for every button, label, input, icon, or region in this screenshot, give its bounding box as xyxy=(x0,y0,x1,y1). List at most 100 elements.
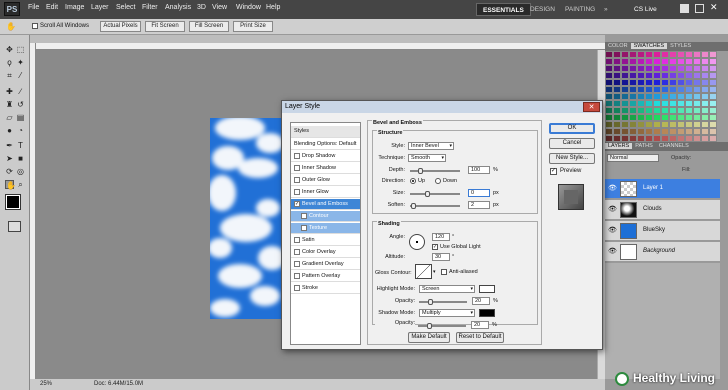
menu-edit[interactable]: Edit xyxy=(46,4,58,11)
swatch-cell[interactable] xyxy=(669,114,677,121)
swatch-cell[interactable] xyxy=(645,72,653,79)
swatch-cell[interactable] xyxy=(605,128,613,135)
swatch-cell[interactable] xyxy=(701,86,709,93)
swatch-cell[interactable] xyxy=(693,51,701,58)
style-item-satin[interactable]: Satin xyxy=(291,235,360,246)
magic-wand-tool-icon[interactable]: ✦ xyxy=(16,58,25,67)
style-item-stroke[interactable]: Stroke xyxy=(291,283,360,294)
menu-image[interactable]: Image xyxy=(65,4,84,11)
swatch-cell[interactable] xyxy=(693,100,701,107)
swatches-grid[interactable] xyxy=(605,51,717,144)
swatch-cell[interactable] xyxy=(685,51,693,58)
styles-header[interactable]: Styles xyxy=(291,126,360,138)
swatch-cell[interactable] xyxy=(637,65,645,72)
swatch-cell[interactable] xyxy=(605,79,613,86)
anti-aliased-checkbox[interactable] xyxy=(441,269,447,275)
lasso-tool-icon[interactable]: ϙ xyxy=(5,58,14,67)
swatch-cell[interactable] xyxy=(693,128,701,135)
foreground-color-swatch[interactable] xyxy=(5,194,21,210)
swatch-cell[interactable] xyxy=(605,135,613,142)
swatch-cell[interactable] xyxy=(605,100,613,107)
document-tab[interactable] xyxy=(30,35,605,43)
swatch-cell[interactable] xyxy=(661,107,669,114)
style-checkbox[interactable] xyxy=(301,212,307,219)
swatch-cell[interactable] xyxy=(645,93,653,100)
swatch-cell[interactable] xyxy=(621,51,629,58)
3d-orbit-tool-icon[interactable]: ◎ xyxy=(16,167,25,176)
fill-screen-button[interactable]: Fill Screen xyxy=(189,21,229,32)
swatch-cell[interactable] xyxy=(613,79,621,86)
menu-analysis[interactable]: Analysis xyxy=(165,4,191,11)
global-light-checkbox[interactable]: ✓ xyxy=(432,244,438,250)
swatch-cell[interactable] xyxy=(653,100,661,107)
swatch-cell[interactable] xyxy=(701,107,709,114)
swatch-cell[interactable] xyxy=(685,121,693,128)
swatch-cell[interactable] xyxy=(669,58,677,65)
blend-mode-select[interactable]: Normal xyxy=(607,154,659,162)
ok-button[interactable]: OK xyxy=(549,123,595,134)
swatch-cell[interactable] xyxy=(661,72,669,79)
swatch-cell[interactable] xyxy=(629,72,637,79)
layer-row[interactable]: 👁 Clouds xyxy=(605,200,720,220)
marquee-tool-icon[interactable]: ⬚ xyxy=(16,45,25,54)
altitude-input[interactable]: 30 xyxy=(432,253,450,261)
layer-row[interactable]: 👁 BlueSky xyxy=(605,221,720,241)
swatch-cell[interactable] xyxy=(701,72,709,79)
swatch-cell[interactable] xyxy=(653,51,661,58)
quick-mask-icon[interactable] xyxy=(8,221,21,232)
menu-window[interactable]: Window xyxy=(236,4,261,11)
direction-up-radio[interactable] xyxy=(410,178,416,184)
hand-tool-icon[interactable]: ✋ xyxy=(5,180,16,190)
menu-filter[interactable]: Filter xyxy=(142,4,158,11)
swatch-cell[interactable] xyxy=(677,58,685,65)
swatch-cell[interactable] xyxy=(669,65,677,72)
fit-screen-button[interactable]: Fit Screen xyxy=(145,21,185,32)
swatch-cell[interactable] xyxy=(661,65,669,72)
swatch-cell[interactable] xyxy=(605,107,613,114)
style-checkbox[interactable] xyxy=(294,152,300,159)
shadow-mode-select[interactable]: Multiply xyxy=(419,309,475,317)
swatch-cell[interactable] xyxy=(669,93,677,100)
swatch-cell[interactable] xyxy=(701,51,709,58)
swatch-cell[interactable] xyxy=(637,72,645,79)
swatch-cell[interactable] xyxy=(645,135,653,142)
swatch-cell[interactable] xyxy=(685,79,693,86)
healing-brush-tool-icon[interactable]: ✚ xyxy=(5,87,14,96)
swatch-cell[interactable] xyxy=(693,93,701,100)
swatch-cell[interactable] xyxy=(677,107,685,114)
cancel-button[interactable]: Cancel xyxy=(549,138,595,149)
swatch-cell[interactable] xyxy=(621,65,629,72)
swatch-cell[interactable] xyxy=(701,114,709,121)
dialog-close-button[interactable]: ✕ xyxy=(583,102,600,112)
style-checkbox[interactable] xyxy=(301,224,307,231)
swatch-cell[interactable] xyxy=(637,79,645,86)
swatch-cell[interactable] xyxy=(669,86,677,93)
swatch-cell[interactable] xyxy=(605,93,613,100)
blur-tool-icon[interactable]: ● xyxy=(5,126,14,135)
swatch-cell[interactable] xyxy=(629,79,637,86)
swatch-cell[interactable] xyxy=(621,93,629,100)
style-checkbox[interactable] xyxy=(294,284,300,291)
swatch-cell[interactable] xyxy=(709,93,717,100)
gloss-contour-picker[interactable] xyxy=(415,264,432,279)
swatch-cell[interactable] xyxy=(685,128,693,135)
swatch-cell[interactable] xyxy=(605,86,613,93)
path-selection-tool-icon[interactable]: ➤ xyxy=(5,154,14,163)
style-checkbox[interactable] xyxy=(294,248,300,255)
swatch-cell[interactable] xyxy=(613,65,621,72)
swatch-cell[interactable] xyxy=(693,135,701,142)
swatch-cell[interactable] xyxy=(685,58,693,65)
swatch-cell[interactable] xyxy=(677,93,685,100)
swatch-cell[interactable] xyxy=(693,58,701,65)
swatch-cell[interactable] xyxy=(685,72,693,79)
swatch-cell[interactable] xyxy=(613,107,621,114)
blending-options-item[interactable]: Blending Options: Default xyxy=(291,139,360,150)
swatch-cell[interactable] xyxy=(621,79,629,86)
swatch-cell[interactable] xyxy=(685,135,693,142)
swatch-cell[interactable] xyxy=(637,100,645,107)
style-item-inner-glow[interactable]: Inner Glow xyxy=(291,187,360,198)
swatch-cell[interactable] xyxy=(613,128,621,135)
style-item-inner-shadow[interactable]: Inner Shadow xyxy=(291,163,360,174)
menu-view[interactable]: View xyxy=(212,4,227,11)
swatch-cell[interactable] xyxy=(605,65,613,72)
